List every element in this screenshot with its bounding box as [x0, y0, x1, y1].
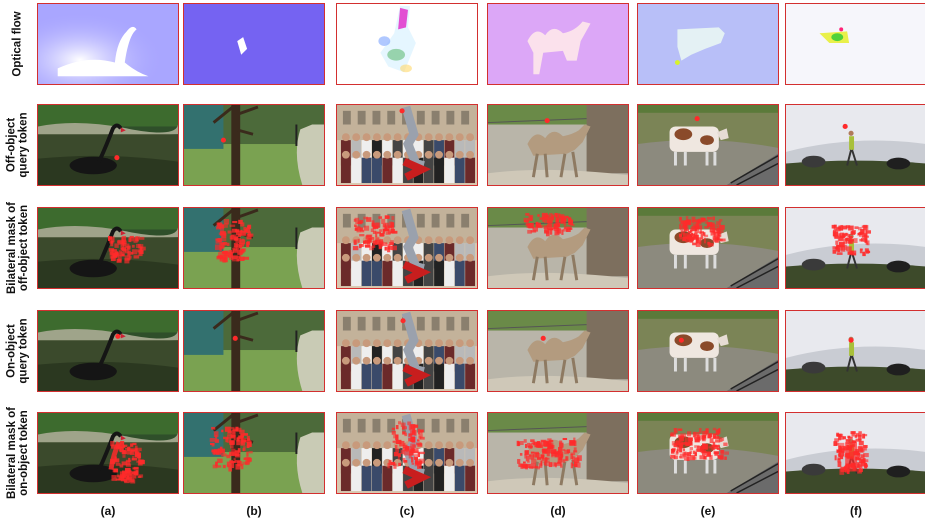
- column-label: (b): [246, 504, 262, 518]
- mask-off-image-swan: [37, 207, 179, 289]
- row-label: Off-object query token: [0, 104, 36, 186]
- row-label: On-object query token: [0, 310, 36, 392]
- query-off-image-dog: [785, 104, 925, 186]
- query-on-image-park: [183, 310, 325, 392]
- query-off-image-camel: [487, 104, 629, 186]
- row-label-line: query token: [18, 318, 30, 384]
- row-label-line: Off-object: [6, 117, 18, 173]
- query-off-image-crowd: [336, 104, 478, 186]
- query-off-image-cow: [637, 104, 779, 186]
- figure-grid: Optical flow Off-object query token Bilater…: [0, 0, 925, 521]
- row-label-line: Optical flow: [12, 11, 25, 77]
- flow-image-cow: [637, 3, 779, 85]
- flow-image-dog: [785, 3, 925, 85]
- query-off-image-swan: [37, 104, 179, 186]
- mask-on-image-dog: [785, 412, 925, 494]
- row-label-line: off-object token: [18, 204, 31, 292]
- row-label: Bilateral mask of on-object token: [0, 407, 36, 499]
- mask-off-image-dog: [785, 207, 925, 289]
- row-label-line: query token: [18, 112, 30, 178]
- query-on-image-swan: [37, 310, 179, 392]
- query-on-image-crowd: [336, 310, 478, 392]
- query-on-image-camel: [487, 310, 629, 392]
- mask-off-image-crowd: [336, 207, 478, 289]
- column-label: (a): [100, 504, 116, 518]
- flow-image-park: [183, 3, 325, 85]
- column-label: (e): [700, 504, 716, 518]
- mask-off-image-park: [183, 207, 325, 289]
- mask-off-image-camel: [487, 207, 629, 289]
- row-label-line: Bilateral mask of: [6, 201, 19, 295]
- row-label-line: on-object token: [18, 410, 31, 496]
- row-label-line: Bilateral mask of: [6, 406, 19, 500]
- row-label: Optical flow: [0, 3, 36, 85]
- query-on-image-dog: [785, 310, 925, 392]
- mask-off-image-cow: [637, 207, 779, 289]
- row-label: Bilateral mask of off-object token: [0, 202, 36, 294]
- query-on-image-cow: [637, 310, 779, 392]
- mask-on-image-crowd: [336, 412, 478, 494]
- mask-on-image-camel: [487, 412, 629, 494]
- flow-image-crowd: [336, 3, 478, 85]
- column-label: (d): [550, 504, 566, 518]
- mask-on-image-cow: [637, 412, 779, 494]
- query-off-image-park: [183, 104, 325, 186]
- row-label-line: On-object: [6, 324, 18, 378]
- mask-on-image-swan: [37, 412, 179, 494]
- flow-image-camel: [487, 3, 629, 85]
- mask-on-image-park: [183, 412, 325, 494]
- flow-image-swan: [37, 3, 179, 85]
- column-label: (c): [399, 504, 415, 518]
- column-label: (f): [850, 504, 862, 518]
